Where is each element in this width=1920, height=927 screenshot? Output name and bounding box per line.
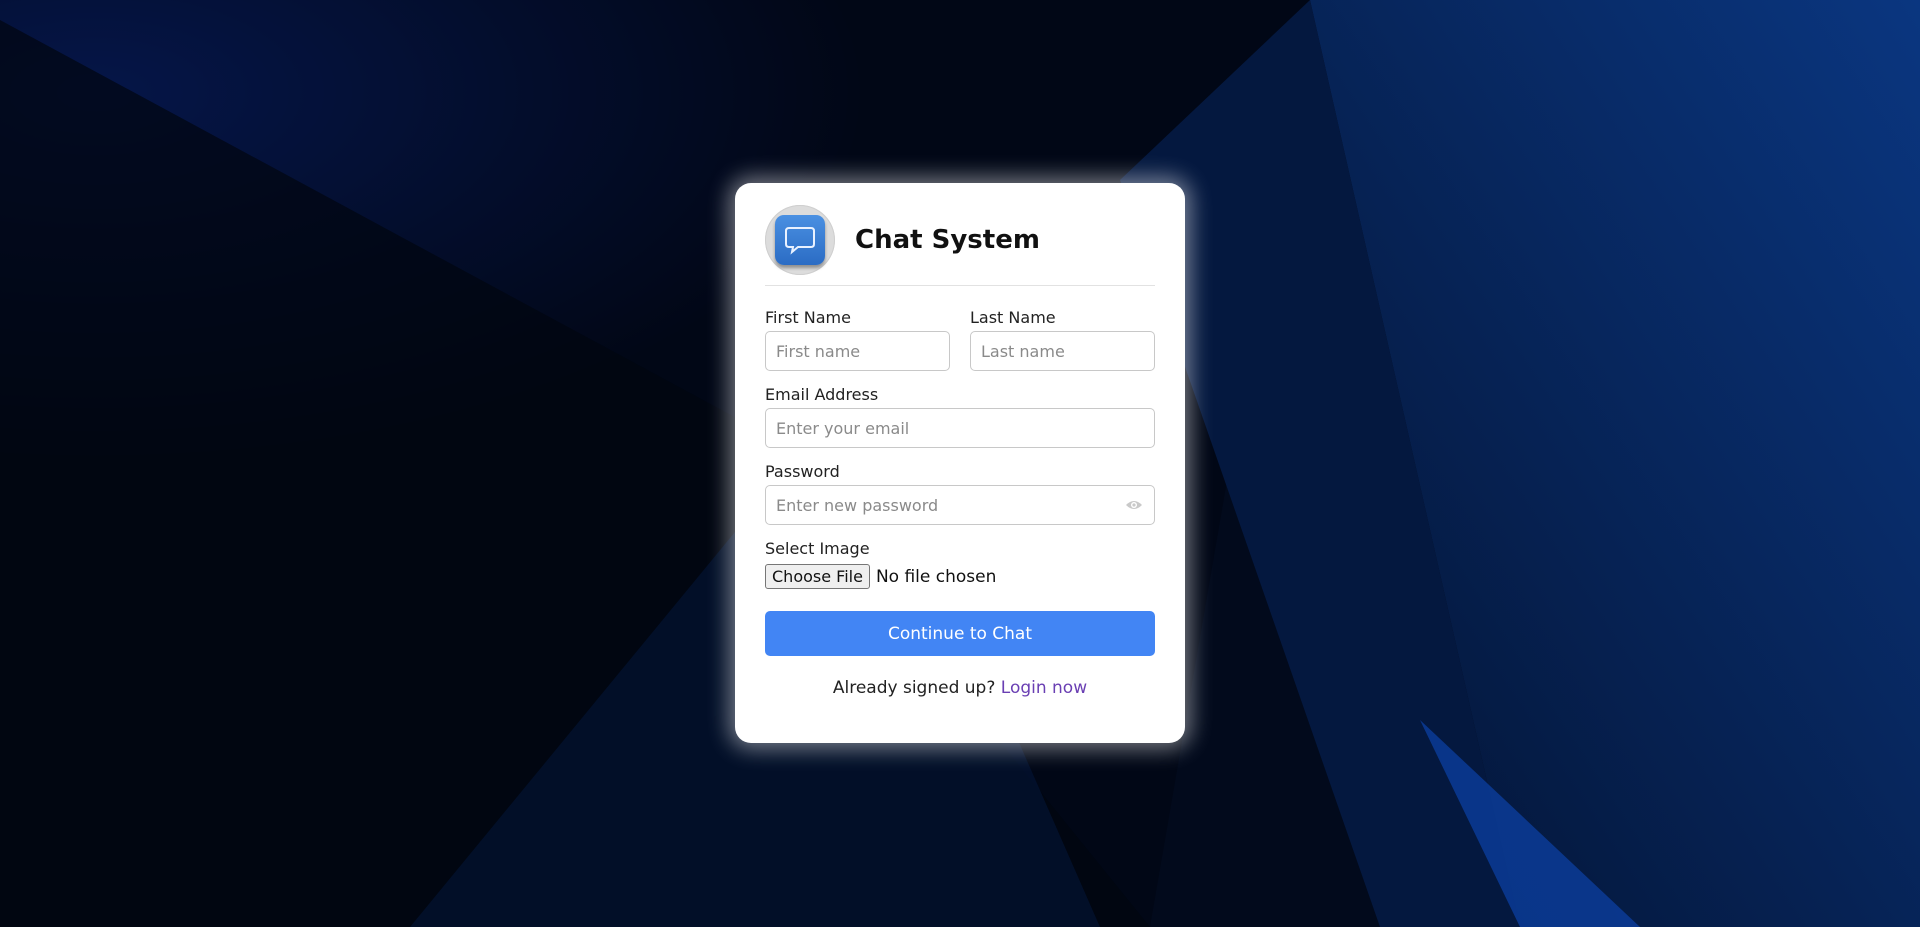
image-label: Select Image [765, 539, 870, 558]
email-label: Email Address [765, 385, 879, 404]
chat-bubble-icon [775, 215, 825, 265]
choose-file-button[interactable]: Choose File [765, 564, 870, 589]
file-status: No file chosen [875, 566, 997, 587]
continue-to-chat-button[interactable]: Continue to Chat [765, 611, 1155, 656]
first-name-group: First Name [765, 286, 950, 371]
last-name-input[interactable] [970, 331, 1155, 371]
last-name-label: Last Name [970, 308, 1056, 327]
login-now-link[interactable]: Login now [1001, 678, 1087, 698]
card-header: Chat System [765, 205, 1155, 286]
file-picker: Choose File No file chosen [765, 564, 1155, 589]
app-title: Chat System [855, 225, 1040, 255]
first-name-input[interactable] [765, 331, 950, 371]
password-input[interactable] [765, 485, 1155, 525]
last-name-group: Last Name [970, 286, 1155, 371]
email-input[interactable] [765, 408, 1155, 448]
image-group: Select Image Choose File No file chosen [765, 525, 1155, 589]
password-label: Password [765, 462, 840, 481]
signup-card: Chat System First Name Last Name Email A… [735, 183, 1185, 743]
password-wrapper [765, 485, 1155, 525]
name-row: First Name Last Name [765, 286, 1155, 371]
password-group: Password [765, 448, 1155, 525]
app-logo [765, 205, 835, 275]
email-group: Email Address [765, 371, 1155, 448]
eye-icon[interactable] [1125, 497, 1143, 513]
login-prompt: Already signed up? Login now [765, 678, 1155, 698]
login-prompt-text: Already signed up? [832, 678, 996, 698]
first-name-label: First Name [765, 308, 851, 327]
